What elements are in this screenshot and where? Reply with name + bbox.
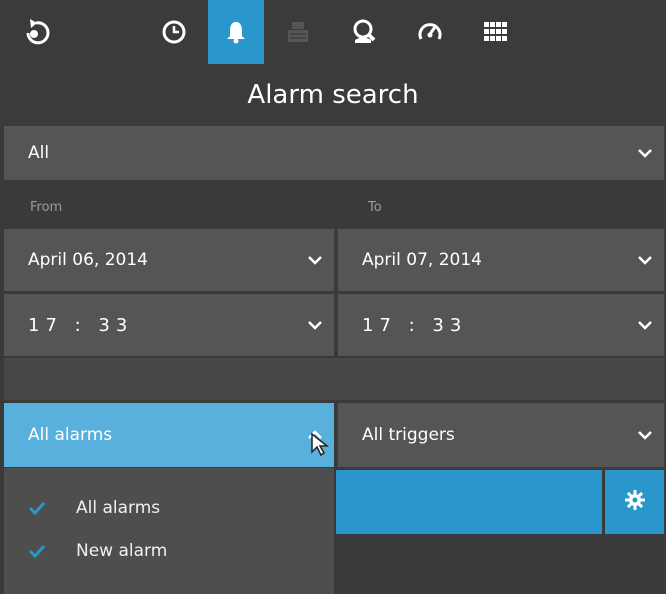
- to-date-dropdown[interactable]: April 07, 2014: [338, 229, 664, 291]
- checkmark-icon: [28, 501, 76, 515]
- chevron-down-icon: [626, 320, 664, 330]
- trigger-value: All triggers: [362, 425, 455, 445]
- to-time-dropdown[interactable]: 17 : 33: [338, 294, 664, 356]
- alarm-type-value: All alarms: [28, 425, 113, 445]
- chevron-down-icon: [626, 148, 664, 158]
- menu-item-all-alarms[interactable]: All alarms: [28, 498, 160, 518]
- chevron-down-icon: [626, 255, 664, 265]
- checkmark-icon: [28, 544, 76, 558]
- menu-item-label: New alarm: [76, 541, 168, 561]
- from-date-dropdown[interactable]: April 06, 2014: [4, 229, 334, 291]
- chevron-down-icon: [296, 320, 334, 330]
- chevron-down-icon: [296, 255, 334, 265]
- alarm-type-dropdown[interactable]: All alarms: [4, 403, 334, 467]
- spacer-band: [4, 358, 664, 400]
- to-label: To: [368, 200, 382, 215]
- from-time-value: 17 : 33: [28, 314, 134, 336]
- to-time-value: 17 : 33: [362, 314, 468, 336]
- from-date-value: April 06, 2014: [28, 250, 148, 270]
- bell-icon[interactable]: [208, 0, 264, 64]
- menu-item-label: All alarms: [76, 498, 161, 518]
- alarm-type-menu: All alarms New alarm: [4, 468, 334, 594]
- from-label: From: [30, 200, 63, 215]
- trigger-dropdown[interactable]: All triggers: [338, 403, 664, 467]
- filter-value: All: [28, 143, 50, 163]
- mouse-cursor-icon: [310, 432, 332, 462]
- settings-button[interactable]: [605, 470, 664, 534]
- from-time-dropdown[interactable]: 17 : 33: [4, 294, 334, 356]
- storage-icon: [270, 0, 326, 64]
- search-icon[interactable]: [336, 0, 392, 64]
- filter-dropdown[interactable]: All: [4, 126, 664, 180]
- gauge-icon[interactable]: [402, 0, 458, 64]
- gear-icon: [624, 490, 645, 514]
- search-button[interactable]: [336, 470, 602, 534]
- title-bar: Alarm search: [0, 64, 666, 126]
- menu-item-new-alarm[interactable]: New alarm: [28, 541, 167, 561]
- chevron-down-icon: [626, 430, 664, 440]
- grid-icon[interactable]: [468, 0, 524, 64]
- top-toolbar: [0, 0, 666, 64]
- back-icon[interactable]: [10, 0, 66, 64]
- page-title: Alarm search: [247, 80, 419, 110]
- to-date-value: April 07, 2014: [362, 250, 482, 270]
- clock-icon[interactable]: [146, 0, 202, 64]
